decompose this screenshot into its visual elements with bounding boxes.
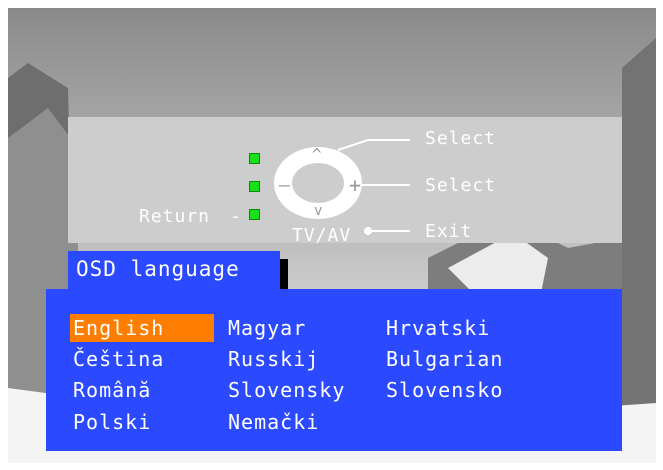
- indicator-led-return-icon: [249, 209, 260, 220]
- dpad-right-plus-icon: +: [349, 173, 363, 197]
- language-option-hrvatski[interactable]: Hrvatski: [383, 314, 490, 342]
- language-option-slovensky[interactable]: Slovensky: [225, 376, 345, 404]
- select-label-side: Select: [425, 175, 497, 196]
- return-label: Return: [139, 206, 211, 227]
- menu-title: OSD language: [76, 257, 240, 281]
- remote-help-panel: ^ – + v Select Select Exit TV/AV Return …: [68, 117, 622, 246]
- language-option-magyar[interactable]: Magyar: [225, 314, 306, 342]
- language-option-bulgarian[interactable]: Bulgarian: [383, 345, 503, 373]
- language-option-romana[interactable]: Română: [70, 376, 151, 404]
- language-option-english[interactable]: English: [70, 314, 214, 342]
- exit-label: Exit: [425, 221, 473, 242]
- language-option-slovensko[interactable]: Slovensko: [383, 376, 503, 404]
- language-menu-panel: English Čeština Română Polski Magyar Rus…: [46, 289, 622, 451]
- language-option-russkij[interactable]: Russkij: [225, 345, 319, 373]
- dpad-left-minus-icon: –: [279, 175, 291, 196]
- dpad-down-arrow-icon: v: [314, 203, 324, 219]
- language-option-cestina[interactable]: Čeština: [70, 345, 164, 373]
- dpad-up-arrow-icon: ^: [312, 145, 323, 164]
- indicator-led-middle-icon: [249, 181, 260, 192]
- osd-language-title-tab: OSD language: [68, 251, 280, 289]
- return-dash: -: [230, 206, 242, 227]
- tv-av-label: TV/AV: [292, 225, 352, 246]
- language-option-nemacki[interactable]: Nemački: [225, 408, 319, 436]
- language-option-polski[interactable]: Polski: [70, 408, 151, 436]
- indicator-led-top-icon: [249, 153, 260, 164]
- select-label-top: Select: [425, 128, 497, 149]
